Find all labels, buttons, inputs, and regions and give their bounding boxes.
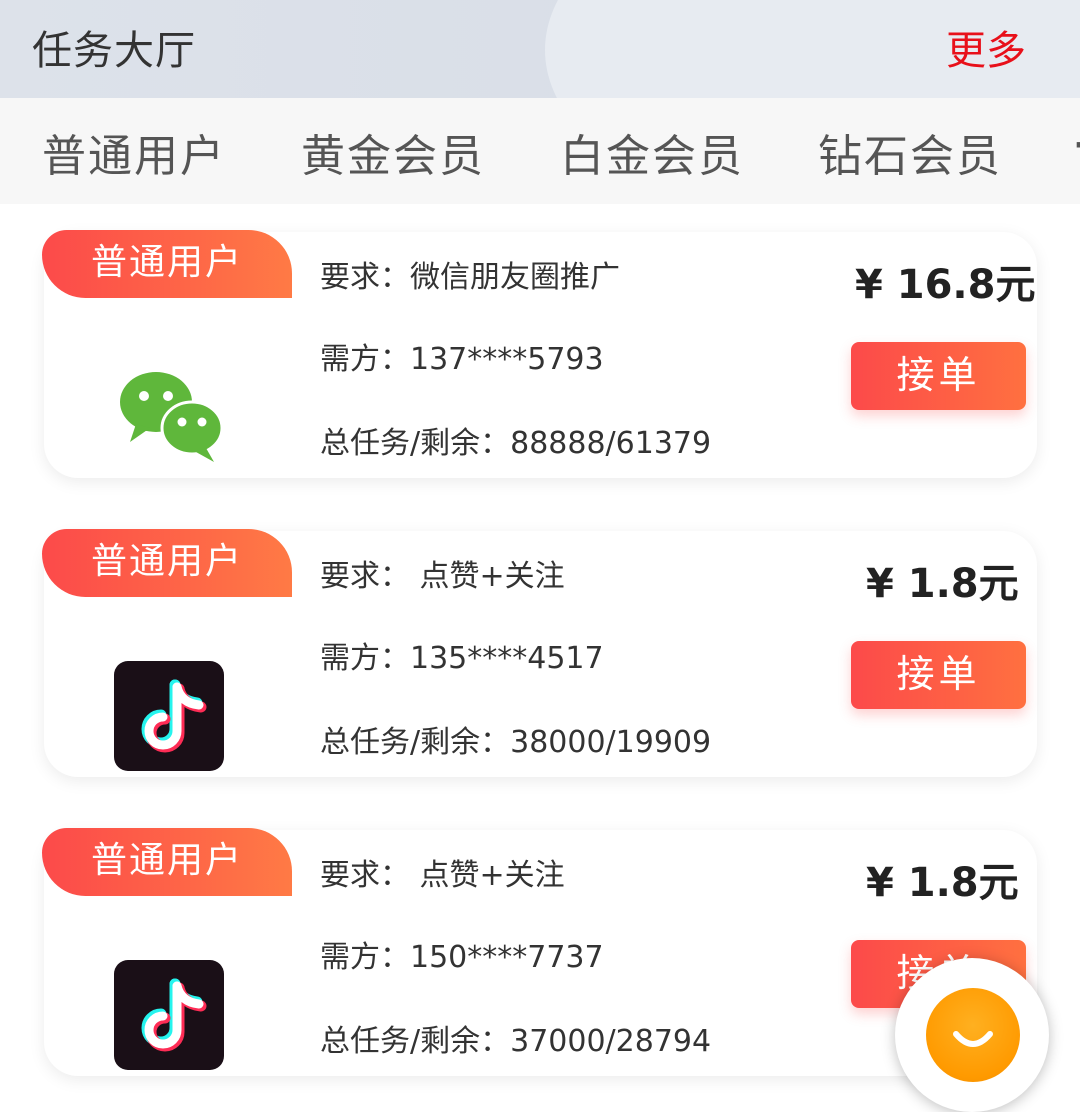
task-price: ¥ 16.8元 — [855, 262, 1036, 308]
tab-platinum-member[interactable]: 白金会员 — [560, 120, 744, 184]
task-price: ¥ 1.8元 — [866, 860, 1019, 906]
accept-order-button[interactable]: 接单 — [851, 641, 1026, 709]
total-remaining-row: 总任务/剩余：88888/61379 — [320, 418, 711, 462]
total-remaining-value: 88888/61379 — [510, 426, 712, 461]
requirement-value: 点赞+关注 — [410, 858, 565, 893]
floating-chat-container — [895, 958, 1049, 1112]
user-level-badge: 普通用户 — [42, 230, 292, 298]
requirement-label: 要求： — [320, 858, 410, 893]
task-card: 普通用户 要求：微信朋友圈推广 需方：137****5793 总任务/剩余：88… — [42, 230, 1037, 478]
accept-order-button[interactable]: 接单 — [851, 342, 1026, 410]
tab-regular-user[interactable]: 普通用户 — [42, 120, 226, 184]
buyer-label: 需方： — [320, 940, 410, 975]
requirement-row: 要求： 点赞+关注 — [320, 850, 565, 894]
total-remaining-label: 总任务/剩余： — [320, 1024, 511, 1059]
task-list: 普通用户 要求：微信朋友圈推广 需方：137****5793 总任务/剩余：88… — [0, 204, 1080, 1112]
task-card: 普通用户 要求： 点赞+关注 需方：150****7737 总任务/剩余：370… — [42, 828, 1037, 1076]
total-remaining-label: 总任务/剩余： — [320, 426, 511, 461]
buyer-value: 137****5793 — [410, 342, 604, 377]
user-level-badge: 普通用户 — [42, 529, 292, 597]
wechat-icon — [114, 362, 224, 472]
tab-diamond-member[interactable]: 钻石会员 — [818, 120, 1002, 184]
requirement-label: 要求： — [320, 260, 410, 295]
more-link[interactable]: 更多 — [946, 18, 1026, 76]
total-remaining-row: 总任务/剩余：37000/28794 — [320, 1016, 711, 1060]
header-bar: 任务大厅 更多 — [0, 0, 1080, 98]
requirement-value: 微信朋友圈推广 — [410, 260, 620, 295]
tiktok-icon — [114, 661, 224, 771]
user-level-badge: 普通用户 — [42, 828, 292, 896]
total-remaining-row: 总任务/剩余：38000/19909 — [320, 717, 711, 761]
requirement-value: 点赞+关注 — [410, 559, 565, 594]
page-title: 任务大厅 — [32, 28, 196, 74]
task-price: ¥ 1.8元 — [866, 561, 1019, 607]
floating-chat-button[interactable] — [926, 988, 1020, 1082]
buyer-row: 需方：137****5793 — [320, 334, 604, 378]
total-remaining-value: 38000/19909 — [510, 725, 712, 760]
total-remaining-value: 37000/28794 — [510, 1024, 712, 1059]
requirement-label: 要求： — [320, 559, 410, 594]
buyer-row: 需方：150****7737 — [320, 932, 604, 976]
tiktok-icon — [114, 960, 224, 1070]
requirement-row: 要求： 点赞+关注 — [320, 551, 565, 595]
total-remaining-label: 总任务/剩余： — [320, 725, 511, 760]
buyer-value: 150****7737 — [410, 940, 604, 975]
buyer-label: 需方： — [320, 342, 410, 377]
task-card: 普通用户 要求： 点赞+关注 需方：135****4517 总任务/剩余：380… — [42, 529, 1037, 777]
chat-face-icon — [953, 1031, 993, 1047]
tab-overflow-hint: · — [1072, 120, 1080, 171]
tab-gold-member[interactable]: 黄金会员 — [301, 120, 485, 184]
buyer-label: 需方： — [320, 641, 410, 676]
membership-tabs: 普通用户 黄金会员 白金会员 钻石会员 · — [0, 98, 1080, 204]
buyer-row: 需方：135****4517 — [320, 633, 604, 677]
requirement-row: 要求：微信朋友圈推广 — [320, 252, 620, 296]
buyer-value: 135****4517 — [410, 641, 604, 676]
